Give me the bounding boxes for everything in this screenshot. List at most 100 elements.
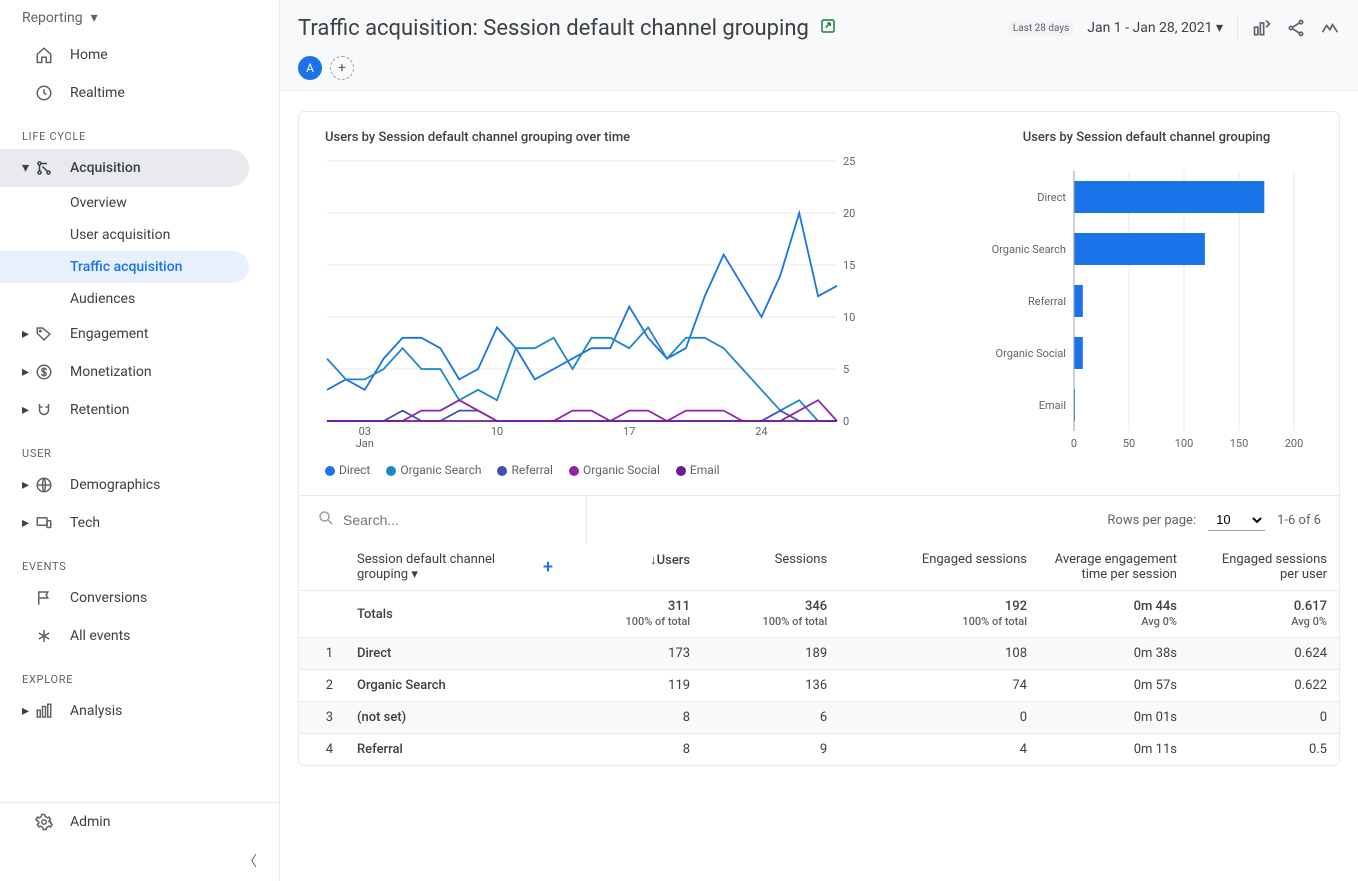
pagination-label: 1-6 of 6	[1277, 513, 1321, 528]
chevron-left-icon: 〈	[243, 854, 257, 870]
col-avg-time[interactable]: Average engagement time per session	[1039, 544, 1189, 591]
data-table: Session default channel grouping ▾ + ↓Us…	[299, 544, 1339, 765]
gear-icon	[34, 813, 54, 831]
chevron-right-icon: ▸	[22, 402, 34, 418]
svg-text:Referral: Referral	[1028, 295, 1066, 308]
asterisk-icon	[34, 627, 54, 645]
nav-label: Retention	[70, 402, 130, 418]
nav-sub-traffic-acquisition[interactable]: Traffic acquisition	[0, 251, 249, 283]
line-chart-legend: Direct Organic Search Referral Organic Soci…	[317, 455, 924, 481]
add-dimension-button[interactable]: +	[543, 557, 553, 578]
svg-text:Organic Search: Organic Search	[992, 243, 1066, 256]
nav-item-tech[interactable]: ▸ Tech	[0, 504, 249, 542]
legend-item[interactable]: Email	[676, 463, 720, 477]
legend-item[interactable]: Direct	[325, 463, 370, 477]
main: Traffic acquisition: Session default cha…	[280, 0, 1358, 881]
legend-item[interactable]: Organic Social	[569, 463, 660, 477]
flag-icon	[34, 589, 54, 607]
nav-section-lifecycle: LIFE CYCLE	[0, 112, 279, 149]
nav-item-analysis[interactable]: ▸ Analysis	[0, 692, 249, 730]
col-sessions[interactable]: Sessions	[702, 544, 839, 591]
dimension-header[interactable]: Session default channel grouping ▾	[357, 552, 537, 582]
nav-item-retention[interactable]: ▸ Retention	[0, 391, 249, 429]
nav-item-all-events[interactable]: All events	[0, 617, 249, 655]
svg-text:Email: Email	[1039, 399, 1066, 412]
chevron-right-icon: ▸	[22, 515, 34, 531]
search-input[interactable]	[343, 512, 543, 528]
nav-item-conversions[interactable]: Conversions	[0, 579, 249, 617]
tag-icon	[34, 325, 54, 343]
svg-text:0: 0	[843, 415, 849, 428]
report-switcher[interactable]: Reporting ▾	[0, 0, 279, 36]
insights-icon[interactable]	[1320, 18, 1340, 38]
svg-text:24: 24	[755, 425, 767, 438]
bar-chart-title: Users by Session default channel groupin…	[964, 130, 1321, 145]
svg-text:10: 10	[843, 311, 855, 324]
svg-text:17: 17	[623, 425, 635, 438]
nav-label: Realtime	[70, 85, 125, 101]
nav-sub-overview[interactable]: Overview	[0, 187, 249, 219]
devices-icon	[34, 514, 54, 532]
nav-item-acquisition[interactable]: ▾ Acquisition	[0, 149, 249, 187]
legend-item[interactable]: Organic Search	[386, 463, 481, 477]
nav-section-events: EVENTS	[0, 542, 279, 579]
comparison-chip[interactable]: A	[298, 56, 322, 80]
chevron-down-icon: ▾	[411, 567, 418, 582]
rows-per-page-select[interactable]: 10	[1208, 509, 1265, 531]
svg-text:Organic Social: Organic Social	[995, 347, 1066, 360]
svg-text:150: 150	[1230, 437, 1249, 450]
svg-text:25: 25	[843, 155, 855, 168]
customize-report-icon[interactable]	[1252, 18, 1272, 38]
nav-sub-audiences[interactable]: Audiences	[0, 283, 249, 315]
chevron-right-icon: ▸	[22, 477, 34, 493]
svg-text:200: 200	[1285, 437, 1304, 450]
line-chart[interactable]: 051015202503Jan101724	[317, 151, 877, 451]
nav-sub-user-acquisition[interactable]: User acquisition	[0, 219, 249, 251]
nav-item-demographics[interactable]: ▸ Demographics	[0, 466, 249, 504]
collapse-sidebar-button[interactable]: 〈	[0, 841, 279, 881]
chevron-right-icon: ▸	[22, 364, 34, 380]
chevron-right-icon: ▸	[22, 703, 34, 719]
chevron-down-icon: ▾	[1216, 20, 1223, 36]
header: Traffic acquisition: Session default cha…	[280, 0, 1358, 91]
svg-text:5: 5	[843, 363, 849, 376]
svg-text:10: 10	[491, 425, 503, 438]
sidebar: Reporting ▾ Home Realtime LIFE CYCLE ▾ A…	[0, 0, 280, 881]
table-row[interactable]: 1Direct1731891080m 38s0.624	[299, 638, 1339, 670]
table-row[interactable]: 3(not set)8600m 01s0	[299, 702, 1339, 734]
nav-item-monetization[interactable]: ▸ Monetization	[0, 353, 249, 391]
table-totals-row: Totals 311100% of total 346100% of total…	[299, 591, 1339, 638]
svg-text:Direct: Direct	[1037, 191, 1066, 204]
add-comparison-button[interactable]: +	[330, 56, 354, 80]
legend-item[interactable]: Referral	[497, 463, 553, 477]
table-row[interactable]: 2Organic Search119136740m 57s0.622	[299, 670, 1339, 702]
acquisition-icon	[34, 159, 54, 177]
magnet-icon	[34, 401, 54, 419]
nav-item-home[interactable]: Home	[0, 36, 249, 74]
rows-per-page-label: Rows per page:	[1107, 513, 1196, 528]
nav-label: Admin	[70, 814, 110, 830]
nav-item-admin[interactable]: Admin	[0, 803, 249, 841]
nav-label: All events	[70, 628, 130, 644]
chevron-down-icon: ▾	[22, 160, 34, 176]
report-switcher-label: Reporting	[22, 10, 83, 26]
svg-text:Jan: Jan	[356, 437, 374, 450]
edit-comparison-icon[interactable]	[819, 17, 837, 39]
col-eng-per-user[interactable]: Engaged sessions per user	[1189, 544, 1339, 591]
nav-label: Analysis	[70, 703, 122, 719]
chevron-down-icon: ▾	[91, 10, 98, 26]
report-card: Users by Session default channel groupin…	[298, 111, 1340, 766]
share-icon[interactable]	[1286, 18, 1306, 38]
data-table-wrap: Rows per page: 10 1-6 of 6 Session de	[299, 495, 1339, 765]
nav-label: Conversions	[70, 590, 147, 606]
nav-item-realtime[interactable]: Realtime	[0, 74, 249, 112]
table-row[interactable]: 4Referral8940m 11s0.5	[299, 734, 1339, 766]
nav-label: Tech	[70, 515, 100, 531]
col-engaged[interactable]: Engaged sessions	[839, 544, 1039, 591]
bar-chart[interactable]: 050100150200DirectOrganic SearchReferral…	[964, 151, 1304, 461]
date-range-picker[interactable]: Jan 1 - Jan 28, 2021 ▾	[1087, 20, 1223, 36]
separator	[1237, 14, 1238, 42]
col-users[interactable]: ↓Users	[565, 544, 702, 591]
nav-item-engagement[interactable]: ▸ Engagement	[0, 315, 249, 353]
nav-label: Demographics	[70, 477, 160, 493]
